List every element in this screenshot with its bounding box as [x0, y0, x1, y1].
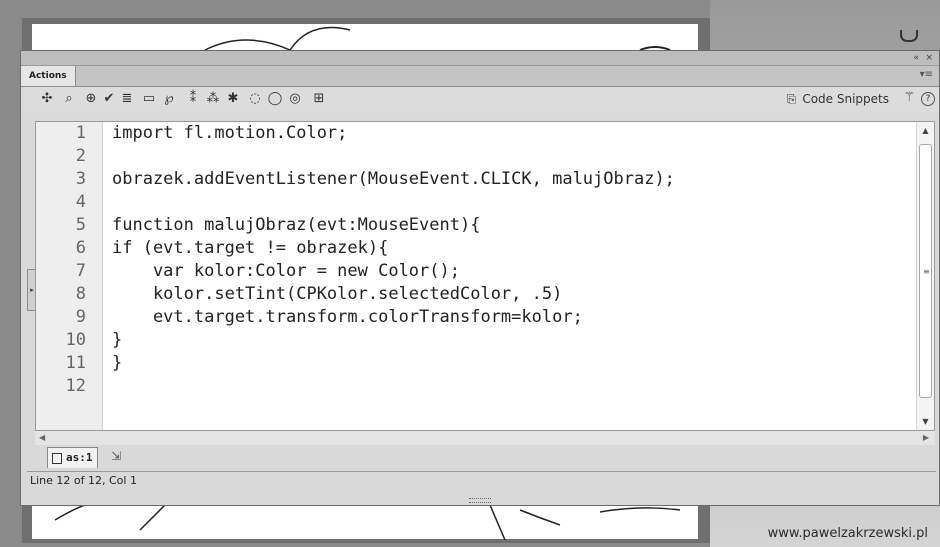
line-number: 7 [75, 261, 86, 281]
auto-format-icon[interactable]: ≣ [119, 91, 135, 107]
status-bar: Line 12 of 12, Col 1 [27, 471, 936, 490]
find-icon[interactable]: ⌕ [61, 91, 77, 107]
line-number: 8 [75, 284, 86, 304]
code-text: var kolor:Color = new Color(); [112, 261, 460, 281]
code-line: 5 function malujObraz(evt:MouseEvent){ [36, 214, 916, 237]
code-line: 3 obrazek.addEventListener(MouseEvent.CLI… [36, 168, 916, 191]
code-text: import fl.motion.Color; [112, 123, 348, 143]
apply-line-comment-icon[interactable]: ◯ [267, 91, 283, 107]
code-editor[interactable]: 1 import fl.motion.Color; 2 3 obrazek.addE… [35, 121, 935, 431]
expand-all-icon[interactable]: ✱ [225, 91, 241, 107]
code-hint-icon[interactable]: ▭ [141, 91, 157, 107]
snippets-icon: ⎘ [786, 92, 797, 106]
scroll-thumb[interactable]: ≡ [919, 144, 932, 398]
cursor-position-status: Line 12 of 12, Col 1 [30, 474, 137, 487]
actions-panel: « × Actions ▾≡ ✣ ⌕ ⊕ ✔ ≣ ▭ ℘ ⁑ ⁂ ✱ ◌ ◯ ◎… [20, 50, 940, 506]
remove-comment-icon[interactable]: ◎ [287, 91, 303, 107]
tab-actions[interactable]: Actions [21, 66, 76, 86]
panel-tabbar: Actions ▾≡ [21, 66, 939, 87]
code-line: 7 var kolor:Color = new Color(); [36, 260, 916, 283]
panel-menu-icon[interactable]: ▾≡ [920, 69, 933, 80]
scroll-down-icon[interactable]: ▼ [917, 417, 934, 426]
line-number: 10 [65, 330, 86, 350]
help-icon[interactable]: ? [921, 92, 935, 106]
collapse-icon[interactable]: « [913, 52, 919, 64]
line-number: 4 [75, 192, 86, 212]
code-snippets-label: Code Snippets [802, 92, 889, 106]
code-text: kolor.setTint(CPKolor.selectedColor, .5) [112, 284, 563, 304]
code-line: 9 evt.target.transform.colorTransform=ko… [36, 306, 916, 329]
code-text: obrazek.addEventListener(MouseEvent.CLIC… [112, 169, 675, 189]
collapse-selection-icon[interactable]: ⁂ [205, 91, 221, 107]
code-line: 4 [36, 191, 916, 214]
script-tabs: as:1 ⇲ [35, 447, 935, 469]
line-number: 3 [75, 169, 86, 189]
code-line: 1 import fl.motion.Color; [36, 122, 916, 145]
code-text: } [112, 353, 123, 373]
code-text: function malujObraz(evt:MouseEvent){ [112, 215, 481, 235]
close-icon[interactable]: × [925, 52, 933, 64]
resize-grip[interactable] [469, 498, 491, 503]
line-number: 5 [75, 215, 86, 235]
code-line: 2 [36, 145, 916, 168]
grip-icon: ≡ [923, 267, 930, 276]
code-text: if (evt.target != obrazek){ [112, 238, 389, 258]
script-tab-label: as:1 [66, 451, 93, 464]
collapse-between-braces-icon[interactable]: ⁑ [185, 91, 201, 107]
code-line: 6 if (evt.target != obrazek){ [36, 237, 916, 260]
line-number: 11 [65, 353, 86, 373]
debug-options-icon[interactable]: ℘ [161, 91, 177, 107]
code-line: 8 kolor.setTint(CPKolor.selectedColor, .… [36, 283, 916, 306]
scroll-left-icon[interactable]: ◀ [39, 431, 45, 445]
code-snippets-button[interactable]: ⎘ Code Snippets [787, 91, 889, 107]
line-number: 12 [65, 376, 86, 396]
panel-title-strip: « × [21, 51, 939, 66]
vertical-scrollbar[interactable]: ▲ ≡ ▼ [916, 122, 934, 430]
code-line: 11} [36, 352, 916, 375]
show-hide-toolbox-icon[interactable]: ⊞ [311, 91, 327, 107]
line-number: 2 [75, 146, 86, 166]
insert-target-icon[interactable]: ⊕ [83, 91, 99, 107]
line-number: 1 [75, 123, 86, 143]
code-text: } [112, 330, 123, 350]
code-line: 12 [36, 375, 916, 398]
script-document-icon [52, 452, 62, 464]
apply-block-comment-icon[interactable]: ◌ [247, 91, 263, 107]
scroll-up-icon[interactable]: ▲ [917, 126, 934, 135]
line-number: 9 [75, 307, 86, 327]
wand-icon[interactable]: ⚚ [903, 90, 915, 105]
scroll-right-icon[interactable]: ▶ [923, 431, 929, 445]
code-text: evt.target.transform.colorTransform=kolo… [112, 307, 583, 327]
pin-script-icon[interactable]: ⇲ [111, 449, 121, 463]
add-statement-icon[interactable]: ✣ [39, 91, 55, 107]
line-number: 6 [75, 238, 86, 258]
script-tab[interactable]: as:1 [47, 447, 98, 468]
actions-toolbar: ✣ ⌕ ⊕ ✔ ≣ ▭ ℘ ⁑ ⁂ ✱ ◌ ◯ ◎ ⊞ ⎘ Code Snippe… [21, 87, 939, 113]
horizontal-scrollbar[interactable]: ◀ ▶ [35, 431, 935, 445]
code-line: 10} [36, 329, 916, 352]
code-lines: 1 import fl.motion.Color; 2 3 obrazek.addE… [36, 122, 916, 398]
check-syntax-icon[interactable]: ✔ [101, 91, 117, 107]
